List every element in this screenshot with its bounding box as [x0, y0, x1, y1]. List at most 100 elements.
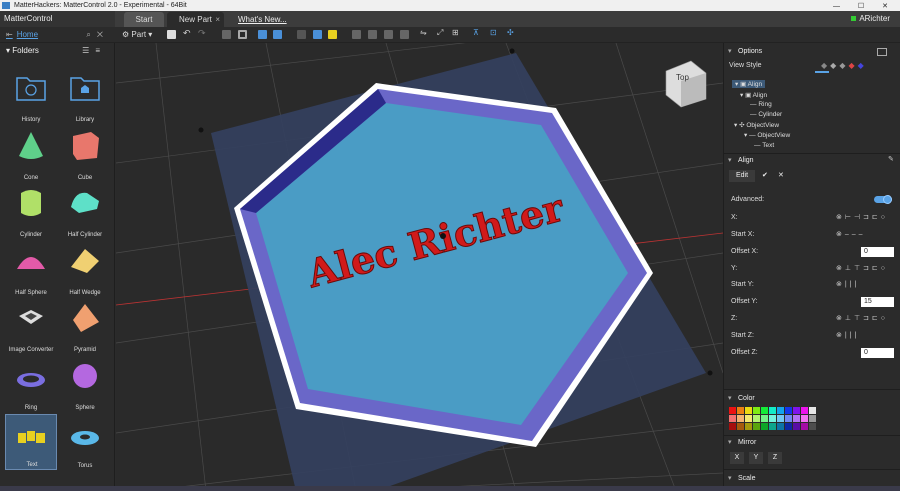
library-item-ring[interactable]: Ring — [5, 356, 57, 412]
arrange-icon[interactable]: ⊼ — [473, 28, 482, 37]
color-swatch[interactable] — [801, 415, 808, 422]
select-icon[interactable] — [222, 30, 231, 39]
color-swatch[interactable] — [761, 407, 768, 414]
layout-icon[interactable]: ⊡ — [490, 28, 499, 37]
home-link[interactable]: Home — [17, 30, 38, 39]
color-palette[interactable] — [729, 407, 817, 431]
color-swatch[interactable] — [769, 415, 776, 422]
tab-new-part[interactable]: New Part × — [167, 12, 224, 27]
back-arrow-icon[interactable]: ⇤ — [6, 30, 13, 39]
color-header[interactable]: ▾ Color — [724, 392, 900, 405]
edit-button[interactable]: Edit — [729, 170, 755, 182]
library-item-cylinder[interactable]: Cylinder — [5, 183, 57, 239]
color-swatch[interactable] — [777, 415, 784, 422]
mirror-header[interactable]: ▾ Mirror — [724, 436, 900, 449]
confirm-check-icon[interactable]: ✔ — [762, 171, 768, 179]
library-item-half-sphere[interactable]: Half Sphere — [5, 241, 57, 297]
tree-node-align[interactable]: ▾ ▣ Align — [732, 80, 766, 88]
color-swatch[interactable] — [793, 415, 800, 422]
color-swatch[interactable] — [809, 415, 816, 422]
intersect-icon[interactable] — [368, 30, 377, 39]
tree-node-text[interactable]: — Text — [754, 142, 774, 149]
color-swatch[interactable] — [769, 407, 776, 414]
color-swatch[interactable] — [753, 415, 760, 422]
color-swatch[interactable] — [801, 423, 808, 430]
color-swatch[interactable] — [737, 415, 744, 422]
library-item-half-wedge[interactable]: Half Wedge — [59, 241, 111, 297]
start-z-options[interactable]: ⊗||| — [836, 331, 859, 339]
color-swatch[interactable] — [777, 423, 784, 430]
mirror-y-button[interactable]: Y — [749, 452, 763, 464]
library-item-history[interactable]: History — [5, 68, 57, 124]
color-swatch[interactable] — [729, 407, 736, 414]
library-item-sphere[interactable]: Sphere — [59, 356, 111, 412]
library-item-torus[interactable]: Torus — [59, 414, 111, 470]
close-tab-icon[interactable]: × — [215, 12, 220, 27]
color-swatch[interactable] — [785, 407, 792, 414]
home-view-icon[interactable] — [167, 30, 176, 39]
color-swatch[interactable] — [729, 415, 736, 422]
color-swatch[interactable] — [753, 407, 760, 414]
view-cube[interactable]: Top — [665, 60, 707, 108]
start-x-options[interactable]: ⊗––– — [836, 230, 866, 238]
align-z-options[interactable]: ⊗⊥⊤⊐⊏○ — [836, 314, 888, 322]
start-y-options[interactable]: ⊗||| — [836, 280, 859, 288]
color-swatch[interactable] — [809, 423, 816, 430]
tab-whats-new[interactable]: What's New... — [230, 12, 295, 27]
subtract-icon[interactable] — [352, 30, 361, 39]
collapse-panel-icon[interactable] — [877, 48, 887, 56]
library-item-library[interactable]: Library — [59, 68, 111, 124]
scale-header[interactable]: ▾ Scale — [724, 472, 900, 485]
tree-node-cylinder[interactable]: — Cylinder — [750, 111, 782, 118]
mirror-x-button[interactable]: X — [730, 452, 744, 464]
color-swatch[interactable] — [769, 423, 776, 430]
color-swatch[interactable] — [777, 407, 784, 414]
color-swatch[interactable] — [761, 415, 768, 422]
mirror-z-button[interactable]: Z — [768, 452, 782, 464]
move-icon[interactable]: ✣ — [507, 28, 516, 37]
scale-tool-icon[interactable]: ⤢ — [437, 28, 446, 37]
color-swatch[interactable] — [753, 423, 760, 430]
user-account[interactable]: ARichter — [851, 11, 890, 27]
copy-icon[interactable] — [297, 30, 306, 39]
color-swatch[interactable] — [801, 407, 808, 414]
grid-icon[interactable] — [238, 30, 247, 39]
ungroup-icon[interactable] — [273, 30, 282, 39]
options-header[interactable]: ▾ Options — [724, 45, 900, 58]
color-icon[interactable] — [328, 30, 337, 39]
library-item-cube[interactable]: Cube — [59, 126, 111, 182]
combine-icon[interactable] — [384, 30, 393, 39]
view-mode-icon[interactable]: ☰≡ — [82, 43, 106, 59]
view-style-icons[interactable]: ◆◆◆◆◆ — [821, 61, 867, 70]
tree-node-ring[interactable]: — Ring — [750, 101, 772, 108]
library-item-cone[interactable]: Cone — [5, 126, 57, 182]
color-swatch[interactable] — [785, 415, 792, 422]
align-header[interactable]: ▾ Align — [724, 154, 900, 167]
redo-icon[interactable]: ↷ — [198, 28, 207, 38]
tree-node-align-child[interactable]: ▾ ▣ Align — [740, 91, 767, 99]
color-swatch[interactable] — [729, 423, 736, 430]
offset-x-input[interactable]: 0 — [861, 247, 894, 257]
scene-canvas[interactable]: Alec Richter Top — [116, 43, 723, 491]
color-swatch[interactable] — [745, 423, 752, 430]
tree-node-objectview[interactable]: ▾ ✣ ObjectView — [734, 121, 779, 129]
align-x-options[interactable]: ⊗⊢⊣⊐⊏○ — [836, 213, 888, 221]
color-swatch[interactable] — [745, 407, 752, 414]
color-swatch[interactable] — [745, 415, 752, 422]
cancel-x-icon[interactable]: ✕ — [778, 171, 784, 179]
advanced-toggle[interactable] — [874, 195, 892, 204]
undo-icon[interactable]: ↶ — [183, 28, 192, 38]
3d-viewport[interactable]: Alec Richter Top — [116, 43, 723, 491]
color-swatch[interactable] — [793, 407, 800, 414]
offset-y-input[interactable]: 15 — [861, 297, 894, 307]
search-icon[interactable]: ⌕✕ — [86, 27, 109, 43]
edit-pencil-icon[interactable]: ✎ — [888, 155, 894, 163]
color-swatch[interactable] — [737, 407, 744, 414]
color-swatch[interactable] — [737, 423, 744, 430]
align-y-options[interactable]: ⊗⊥⊤⊐⊏○ — [836, 264, 888, 272]
library-item-text[interactable]: Text — [5, 414, 57, 470]
union-icon[interactable] — [400, 30, 409, 39]
library-item-half-cylinder[interactable]: Half Cylinder — [59, 183, 111, 239]
color-swatch[interactable] — [809, 407, 816, 414]
library-item-pyramid[interactable]: Pyramid — [59, 298, 111, 354]
